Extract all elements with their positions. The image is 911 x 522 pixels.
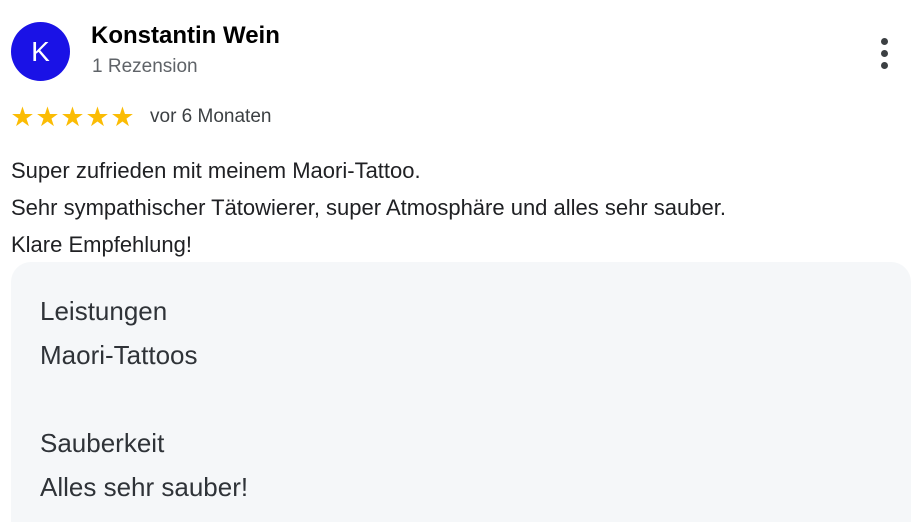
- review-text-line: Sehr sympathischer Tätowierer, super Atm…: [11, 195, 726, 220]
- review-date: vor 6 Monaten: [150, 106, 272, 127]
- rating-row: ★ ★ ★ ★ ★ vor 6 Monaten: [10, 100, 271, 134]
- detail-value-leistungen: Maori-Tattoos: [40, 340, 198, 370]
- avatar[interactable]: K: [11, 22, 70, 81]
- detail-label-sauberkeit: Sauberkeit: [40, 428, 165, 458]
- review-text-line: Super zufrieden mit meinem Maori-Tattoo.: [11, 158, 421, 183]
- star-icon: ★: [85, 102, 110, 132]
- review-details-box: Leistungen Maori-Tattoos Sauberkeit Alle…: [11, 262, 911, 522]
- star-icon: ★: [35, 102, 60, 132]
- review-text-line: Klare Empfehlung!: [11, 232, 192, 257]
- more-options-button[interactable]: [870, 34, 900, 72]
- star-icon: ★: [110, 102, 135, 132]
- detail-value-sauberkeit: Alles sehr sauber!: [40, 472, 249, 502]
- author-name[interactable]: Konstantin Wein: [91, 22, 280, 50]
- review-card: K Konstantin Wein 1 Rezension ★ ★ ★ ★ ★ …: [0, 0, 911, 522]
- star-icon: ★: [10, 102, 35, 132]
- star-icon: ★: [60, 102, 85, 132]
- detail-label-leistungen: Leistungen: [40, 296, 168, 326]
- author-review-count: 1 Rezension: [92, 56, 198, 77]
- star-rating: ★ ★ ★ ★ ★: [10, 100, 135, 134]
- review-text: Super zufrieden mit meinem Maori-Tattoo.…: [11, 152, 726, 263]
